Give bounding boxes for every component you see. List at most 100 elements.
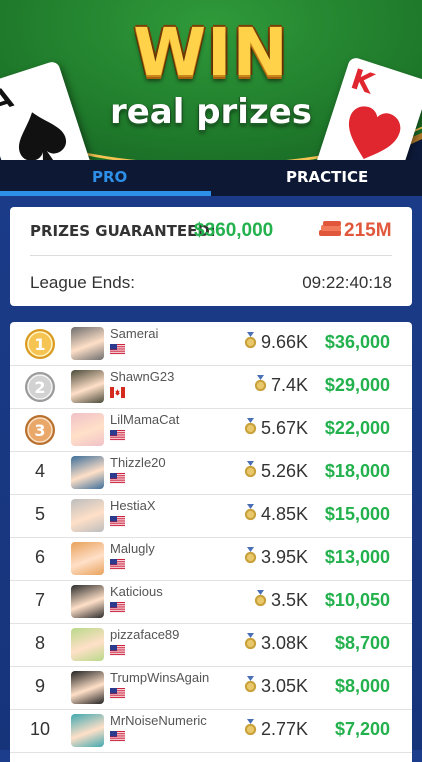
- us-flag-icon: [110, 645, 125, 656]
- score-medal-icon: [244, 418, 257, 435]
- prize-amount: $10,050: [324, 590, 390, 610]
- score-value: 2.77K: [260, 719, 308, 739]
- player-name[interactable]: Samerai: [110, 326, 158, 341]
- prize-amount: $22,000: [324, 418, 390, 438]
- league-ends-label: League Ends:: [30, 273, 135, 292]
- us-flag-icon: [110, 516, 125, 527]
- score-medal-icon: [244, 719, 257, 736]
- promo-header: A K WIN real prizes PRO PRACTICE: [0, 0, 422, 196]
- player-score: 4.85K: [244, 504, 308, 525]
- us-flag-icon: [110, 430, 125, 441]
- us-flag-icon: [110, 602, 125, 613]
- prize-amount: $15,000: [324, 504, 390, 524]
- tab-practice[interactable]: PRACTICE: [286, 168, 368, 186]
- us-flag-icon: [110, 344, 125, 355]
- avatar[interactable]: [71, 413, 104, 446]
- score-medal-icon: [244, 547, 257, 564]
- score-value: 9.66K: [260, 332, 308, 352]
- win-title: WIN: [133, 14, 289, 91]
- score-value: 3.95K: [260, 547, 308, 567]
- leaderboard-row[interactable]: 8 pizzaface89 3.08K $8,700: [10, 623, 412, 667]
- avatar[interactable]: [71, 456, 104, 489]
- leaderboard-row[interactable]: 1 Samerai 9.66K $36,000: [10, 322, 412, 366]
- avatar[interactable]: [71, 327, 104, 360]
- us-flag-icon: [110, 688, 125, 699]
- medal-rank: 2: [34, 378, 45, 397]
- prizes-subtitle: real prizes: [109, 92, 313, 132]
- active-tab-indicator: [0, 191, 211, 196]
- medal-rank: 1: [34, 335, 45, 354]
- leaderboard-row[interactable]: 9 TrumpWinsAgain 3.05K $8,000: [10, 666, 412, 710]
- score-value: 5.26K: [260, 461, 308, 481]
- score-medal-icon: [244, 676, 257, 693]
- score-value: 4.85K: [260, 504, 308, 524]
- score-medal-icon: [254, 375, 267, 392]
- medal-rank: 3: [34, 421, 45, 440]
- score-medal-icon: [244, 461, 257, 478]
- leaderboard-row[interactable]: 6 Malugly 3.95K $13,000: [10, 537, 412, 581]
- player-score: 3.5K: [254, 590, 308, 611]
- leaderboard-row[interactable]: 5 HestiaX 4.85K $15,000: [10, 494, 412, 538]
- prize-amount: $7,200: [334, 719, 390, 739]
- rank-number: 4: [34, 461, 45, 481]
- prize-amount: $36,000: [324, 332, 390, 352]
- avatar[interactable]: [71, 671, 104, 704]
- rank-number: 8: [34, 633, 45, 653]
- league-countdown: 09:22:40:18: [302, 273, 392, 292]
- player-score: 3.05K: [244, 676, 308, 697]
- silver-medal-icon: 2: [25, 372, 55, 402]
- player-score: 9.66K: [244, 332, 308, 353]
- score-value: 5.67K: [260, 418, 308, 438]
- score-medal-icon: [254, 590, 267, 607]
- player-name[interactable]: ShawnG23: [110, 369, 174, 384]
- leaderboard-row[interactable]: 10 MrNoiseNumeric 2.77K $7,200: [10, 709, 412, 753]
- leaderboard-row[interactable]: 3 LilMamaCat 5.67K $22,000: [10, 408, 412, 452]
- rank-number: 6: [34, 547, 45, 567]
- player-name[interactable]: LilMamaCat: [110, 412, 179, 427]
- prizes-guaranteed-amount: $360,000: [194, 220, 274, 241]
- score-medal-icon: [244, 633, 257, 650]
- avatar[interactable]: [71, 714, 104, 747]
- player-score: 7.4K: [254, 375, 308, 396]
- chips-amount: 215M: [318, 220, 392, 242]
- player-score: 3.08K: [244, 633, 308, 654]
- player-name[interactable]: TrumpWinsAgain: [110, 670, 209, 685]
- player-name[interactable]: MrNoiseNumeric: [110, 713, 207, 728]
- gold-medal-icon: 1: [25, 329, 55, 359]
- player-name[interactable]: Malugly: [110, 541, 155, 556]
- prize-amount: $18,000: [324, 461, 390, 481]
- us-flag-icon: [110, 559, 125, 570]
- player-score: 2.77K: [244, 719, 308, 740]
- ca-flag-icon: [110, 387, 125, 398]
- avatar[interactable]: [71, 628, 104, 661]
- score-value: 3.5K: [270, 590, 308, 610]
- tab-pro[interactable]: PRO: [92, 168, 127, 186]
- score-medal-icon: [244, 332, 257, 349]
- us-flag-icon: [110, 731, 125, 742]
- score-value: 7.4K: [270, 375, 308, 395]
- leaderboard-row[interactable]: 2 ShawnG23 7.4K $29,000: [10, 365, 412, 409]
- league-info-panel: PRIZES GUARANTEED: $360,000 215M League …: [10, 207, 412, 306]
- prize-amount: $13,000: [324, 547, 390, 567]
- rank-number: 7: [34, 590, 45, 610]
- avatar[interactable]: [71, 370, 104, 403]
- avatar[interactable]: [71, 499, 104, 532]
- score-medal-icon: [244, 504, 257, 521]
- rank-number: 10: [29, 719, 51, 739]
- leaderboard: 1 Samerai 9.66K $36,000 2 ShawnG23 7.4K $29,000…: [10, 322, 412, 762]
- player-name[interactable]: Katicious: [110, 584, 163, 599]
- rank-number: 5: [34, 504, 45, 524]
- chips-stack-icon: [319, 221, 341, 236]
- avatar[interactable]: [71, 542, 104, 575]
- prize-amount: $8,700: [334, 633, 390, 653]
- prizes-guaranteed-label: PRIZES GUARANTEED:: [30, 222, 216, 240]
- player-name[interactable]: pizzaface89: [110, 627, 179, 642]
- rank-number: 9: [34, 676, 45, 696]
- player-name[interactable]: Thizzle20: [110, 455, 166, 470]
- leaderboard-row[interactable]: 4 Thizzle20 5.26K $18,000: [10, 451, 412, 495]
- avatar[interactable]: [71, 585, 104, 618]
- player-name[interactable]: HestiaX: [110, 498, 156, 513]
- chips-value: 215M: [344, 220, 392, 241]
- player-score: 5.67K: [244, 418, 308, 439]
- leaderboard-row[interactable]: 7 Katicious 3.5K $10,050: [10, 580, 412, 624]
